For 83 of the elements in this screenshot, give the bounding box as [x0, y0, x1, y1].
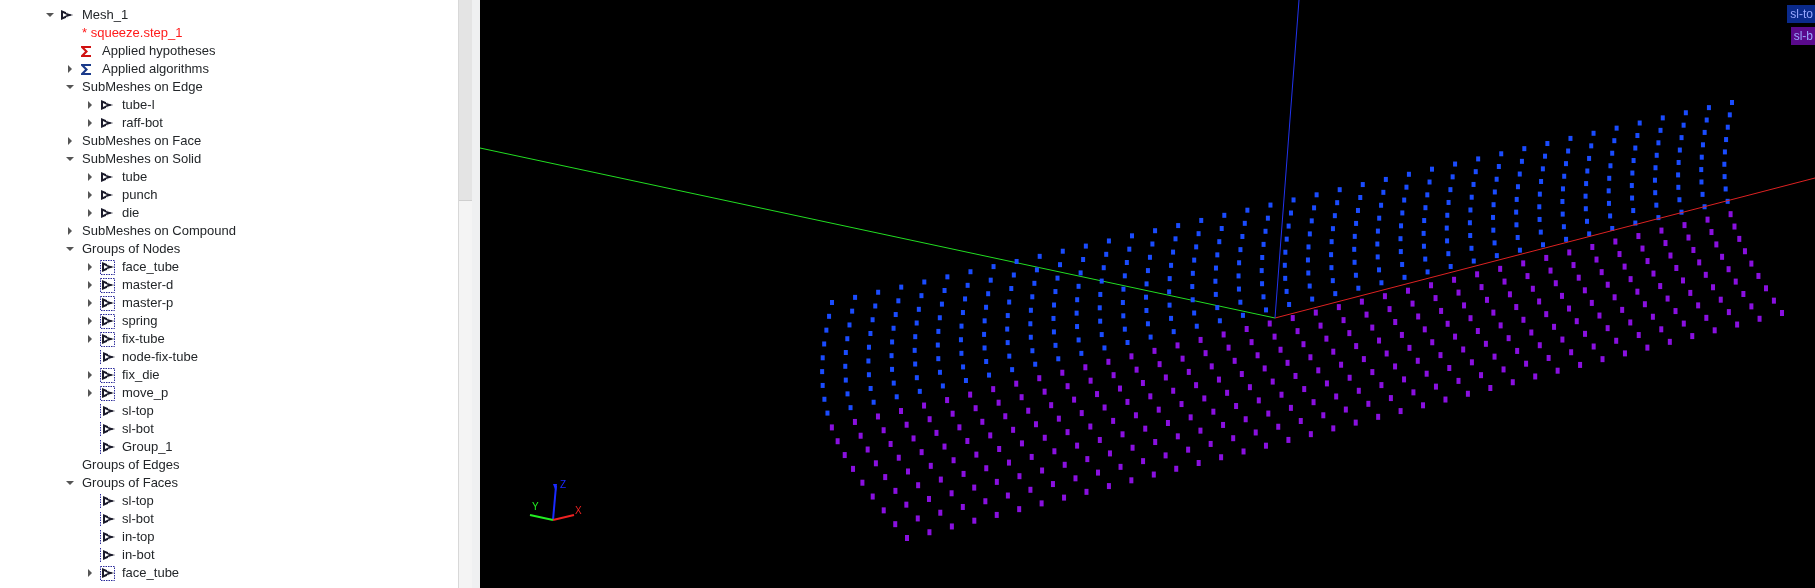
tree-item[interactable]: master-d — [120, 276, 174, 294]
mesh-icon — [100, 188, 114, 202]
group-icon — [100, 295, 115, 311]
expand-arrow-icon[interactable] — [66, 227, 74, 235]
tree-item[interactable]: Groups of Nodes — [80, 240, 181, 258]
group-icon — [100, 349, 115, 365]
mesh-icon — [100, 206, 114, 220]
group-icon — [100, 547, 115, 563]
tree-item[interactable]: Groups of Faces — [80, 474, 179, 492]
sigma-icon — [80, 44, 92, 58]
group-icon — [100, 439, 115, 455]
group-icon — [100, 403, 115, 419]
scrollbar-thumb[interactable] — [459, 0, 472, 201]
tree-item[interactable]: SubMeshes on Face — [80, 132, 202, 150]
3d-viewport[interactable]: sl-to sl-b Z Y X — [480, 0, 1815, 588]
tree-item[interactable]: in-bot — [120, 546, 155, 564]
tree-item[interactable]: * squeeze.step_1 — [80, 24, 183, 42]
axis-triad-drawing: Z Y X — [522, 478, 592, 528]
mesh-icon — [60, 8, 74, 22]
expand-arrow-icon[interactable] — [86, 299, 94, 307]
tree-item[interactable]: face_tube — [120, 564, 180, 582]
tree-item[interactable]: tube — [120, 168, 148, 186]
collapse-arrow-icon[interactable] — [46, 11, 54, 19]
tree-item[interactable]: SubMeshes on Solid — [80, 150, 202, 168]
expand-arrow-icon[interactable] — [86, 281, 94, 289]
tree-item[interactable]: tube-l — [120, 96, 155, 114]
mesh-icon — [100, 170, 114, 184]
expand-arrow-icon[interactable] — [66, 65, 74, 73]
tree-item[interactable]: fix-tube — [120, 330, 165, 348]
tree-item[interactable]: punch — [120, 186, 158, 204]
group-icon — [100, 529, 115, 545]
expand-arrow-icon[interactable] — [86, 119, 94, 127]
tree-item[interactable]: in-top — [120, 528, 155, 546]
collapse-arrow-icon[interactable] — [66, 479, 74, 487]
tree-item[interactable]: sl-top — [120, 492, 154, 510]
tree-item[interactable]: node-fix-tube — [120, 348, 198, 366]
expand-arrow-icon[interactable] — [86, 317, 94, 325]
group-icon — [100, 511, 115, 527]
group-icon — [100, 421, 115, 437]
tree-item[interactable]: fix_die — [120, 366, 160, 384]
expand-arrow-icon[interactable] — [86, 101, 94, 109]
expand-arrow-icon[interactable] — [86, 335, 94, 343]
tree-item[interactable]: move_p — [120, 384, 169, 402]
expand-arrow-icon[interactable] — [86, 371, 94, 379]
tree-item[interactable]: master-p — [120, 294, 174, 312]
expand-arrow-icon[interactable] — [86, 209, 94, 217]
tree-item[interactable]: Mesh_1 — [80, 6, 129, 24]
tree-item[interactable]: Applied hypotheses — [100, 42, 216, 60]
sigma-icon — [80, 62, 92, 76]
collapse-arrow-icon[interactable] — [66, 83, 74, 91]
legend-label: sl-to — [1787, 5, 1815, 23]
scrollbar[interactable] — [458, 0, 472, 588]
tree-item[interactable]: sl-bot — [120, 510, 154, 528]
expand-arrow-icon[interactable] — [86, 263, 94, 271]
legend-label: sl-b — [1790, 27, 1815, 45]
tree-item[interactable]: SubMeshes on Compound — [80, 222, 236, 240]
tree-item[interactable]: die — [120, 204, 140, 222]
tree-item[interactable]: face_tube — [120, 258, 180, 276]
expand-arrow-icon[interactable] — [86, 569, 94, 577]
tree-item[interactable]: SubMeshes on Edge — [80, 78, 203, 96]
tree-item[interactable]: Groups of Edges — [80, 456, 180, 474]
group-icon — [100, 259, 115, 275]
collapse-arrow-icon[interactable] — [66, 155, 74, 163]
tree-item[interactable]: sl-bot — [120, 420, 154, 438]
expand-arrow-icon[interactable] — [66, 137, 74, 145]
tree-item[interactable]: Group_1 — [120, 438, 173, 456]
group-icon — [100, 565, 115, 581]
group-icon — [100, 385, 115, 401]
tree-item[interactable]: spring — [120, 312, 158, 330]
group-icon — [100, 367, 115, 383]
group-icon — [100, 493, 115, 509]
collapse-arrow-icon[interactable] — [66, 245, 74, 253]
group-icon — [100, 331, 115, 347]
tree-item[interactable]: Applied algorithms — [100, 60, 209, 78]
tree-item[interactable]: sl-top — [120, 402, 154, 420]
expand-arrow-icon[interactable] — [86, 173, 94, 181]
tree-item[interactable]: raff-bot — [120, 114, 163, 132]
group-icon — [100, 277, 115, 293]
mesh-icon — [100, 116, 114, 130]
expand-arrow-icon[interactable] — [86, 389, 94, 397]
group-icon — [100, 313, 115, 329]
expand-arrow-icon[interactable] — [86, 191, 94, 199]
mesh-icon — [100, 98, 114, 112]
